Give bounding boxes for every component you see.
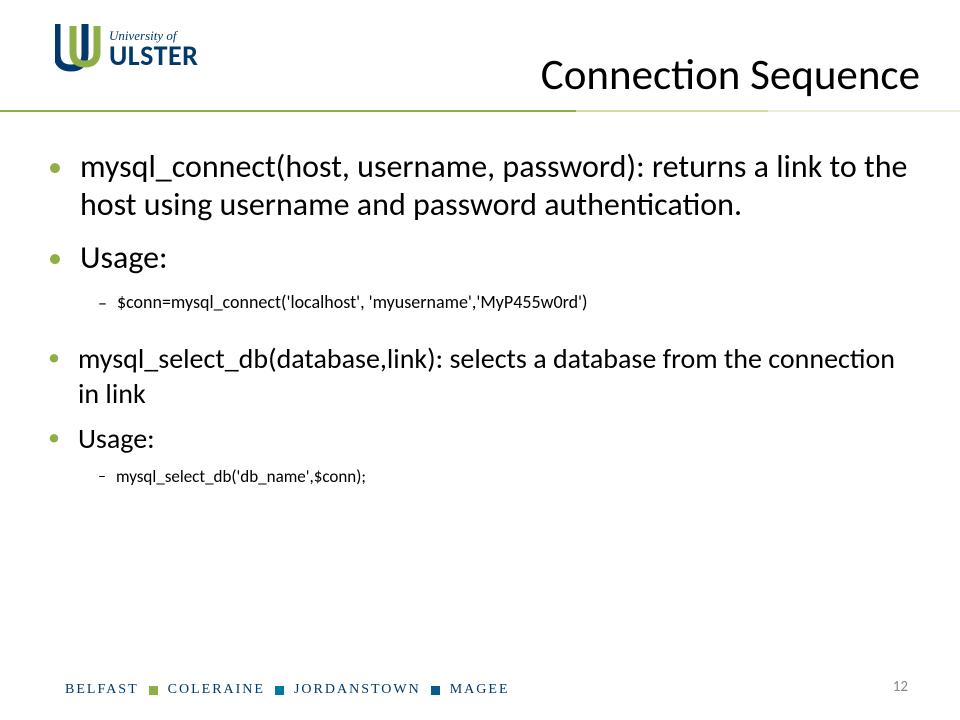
bullet-icon: • <box>48 148 62 186</box>
campus-name: JORDANSTOWN <box>294 682 421 698</box>
bullet-icon: • <box>48 421 60 455</box>
bullet-text: mysql_select_db(database,link): selects … <box>78 341 912 411</box>
separator-square-icon <box>275 686 284 695</box>
dash-icon: – <box>98 291 107 315</box>
bullet-icon: • <box>48 239 62 277</box>
sub-bullet-item: – mysql_select_db('db_name',$conn); <box>98 466 912 488</box>
campus-name: COLERAINE <box>168 682 265 698</box>
dash-icon: – <box>98 466 106 488</box>
sub-bullet-text: $conn=mysql_connect('localhost', 'myuser… <box>117 291 588 313</box>
separator-square-icon <box>149 686 158 695</box>
bullet-icon: • <box>48 341 60 375</box>
page-number: 12 <box>893 678 908 696</box>
slide-body: • mysql_connect(host, username, password… <box>48 148 912 488</box>
university-logo: University of ULSTER <box>55 22 198 76</box>
bullet-text: mysql_connect(host, username, password):… <box>80 148 912 225</box>
campus-name: BELFAST <box>65 682 139 698</box>
campus-name: MAGEE <box>450 682 510 698</box>
header-divider <box>0 110 960 112</box>
bullet-item: • mysql_select_db(database,link): select… <box>48 341 912 411</box>
logo-title: ULSTER <box>109 42 198 70</box>
bullet-item: • Usage: <box>48 239 912 277</box>
bullet-item: • Usage: <box>48 421 912 456</box>
slide-header: University of ULSTER Connection Sequence <box>0 0 960 120</box>
sub-bullet-item: – $conn=mysql_connect('localhost', 'myus… <box>98 291 912 315</box>
slide-title: Connection Sequence <box>541 48 920 101</box>
bullet-item: • mysql_connect(host, username, password… <box>48 148 912 225</box>
separator-square-icon <box>431 686 440 695</box>
bullet-text: Usage: <box>78 421 155 456</box>
logo-u-icon <box>55 22 101 76</box>
campus-footer: BELFAST COLERAINE JORDANSTOWN MAGEE <box>65 682 510 698</box>
bullet-text: Usage: <box>80 239 168 277</box>
sub-bullet-text: mysql_select_db('db_name',$conn); <box>116 466 366 487</box>
